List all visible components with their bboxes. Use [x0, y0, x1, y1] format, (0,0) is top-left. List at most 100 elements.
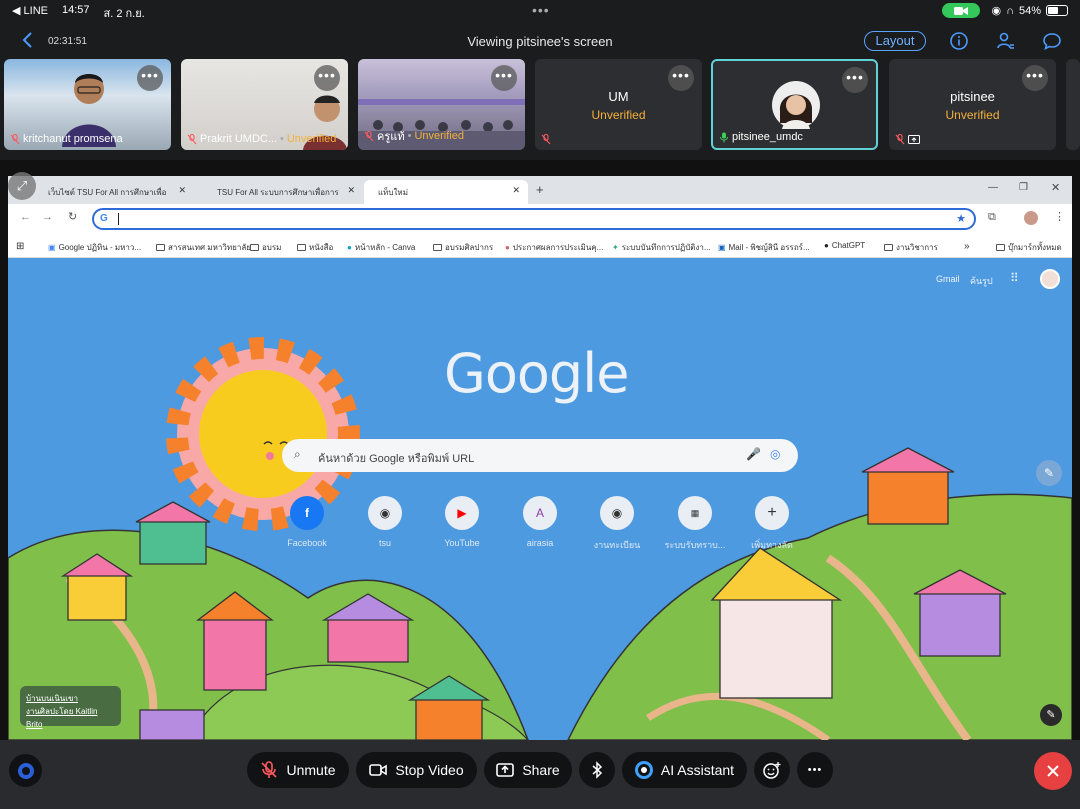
lens-search-icon[interactable]: ◎ [770, 447, 780, 461]
tile-more-button[interactable]: ••• [668, 65, 694, 91]
forward-arrow-icon[interactable]: → [42, 211, 53, 223]
browser-tab[interactable]: เว็บไซต์ TSU For All การศึกษาเพื่อ ✕ [34, 180, 194, 204]
mic-off-icon [261, 761, 278, 778]
shortcut-label: airasia [526, 538, 554, 548]
tile-more-button[interactable]: ••• [314, 65, 340, 91]
close-tab-icon[interactable]: ✕ [178, 185, 186, 196]
more-options-button[interactable]: ••• [797, 752, 833, 788]
ai-assistant-label: AI Assistant [660, 762, 735, 778]
tile-more-button[interactable]: ••• [1022, 65, 1048, 91]
browser-menu-icon[interactable]: ⋮ [1054, 210, 1065, 223]
browser-tab-active[interactable]: แท็บใหม่ ✕ [364, 180, 528, 204]
site-icon: ✦ [612, 243, 619, 252]
battery-icon [1046, 5, 1068, 16]
profile-avatar[interactable] [1024, 211, 1038, 225]
gmail-link[interactable]: Gmail [936, 274, 960, 284]
shortcut-system[interactable]: ▦ ระบบรับทราบ... [655, 496, 735, 552]
bookmark-item[interactable]: งานวิชาการ [884, 241, 938, 254]
bookmark-item[interactable]: ● ChatGPT [824, 241, 865, 250]
tab-title: เว็บไซต์ TSU For All การศึกษาเพื่อ [48, 188, 167, 197]
bookmark-star-icon[interactable]: ★ [956, 212, 966, 225]
bookmark-item[interactable]: บุ๊กมาร์กทั้งหมด [996, 241, 1062, 254]
participant-tile-partial[interactable] [1066, 59, 1080, 150]
sun-illustration [166, 337, 360, 531]
battery-percent: 54% [1018, 4, 1041, 17]
participant-tile[interactable]: ••• UM Unverified [535, 59, 702, 150]
tile-more-button[interactable]: ••• [842, 67, 868, 93]
participants-icon[interactable] [995, 31, 1015, 51]
bookmark-item[interactable]: ▣ Google ปฏิทิน - มหาว... [48, 241, 141, 254]
browser-tab[interactable]: TSU For All ระบบการศึกษาเพื่อการ ✕ [203, 180, 363, 204]
bluetooth-button[interactable] [579, 752, 615, 788]
layout-button[interactable]: Layout [864, 31, 926, 51]
shortcut-facebook[interactable]: f Facebook [267, 496, 347, 548]
tile-more-button[interactable]: ••• [137, 65, 163, 91]
google-search-box[interactable]: ⌕ ค้นหาด้วย Google หรือพิมพ์ URL 🎤 ◎ [282, 439, 798, 472]
participant-tile[interactable]: ••• ครูแท้ • Unverified [358, 59, 525, 150]
shortcut-registrar[interactable]: ◉ งานทะเบียน [577, 496, 657, 552]
images-link[interactable]: ค้นรูป [970, 274, 993, 288]
voice-search-icon[interactable]: 🎤 [746, 447, 761, 461]
shortcut-youtube[interactable]: ▶ YouTube [422, 496, 502, 548]
bookmarks-overflow-button[interactable]: » [964, 241, 970, 252]
plus-icon: + [755, 496, 789, 530]
info-icon[interactable] [949, 31, 969, 51]
close-window-icon[interactable]: ✕ [1051, 181, 1060, 194]
reload-icon[interactable]: ↻ [68, 210, 77, 223]
bookmark-item[interactable]: อบรมศิลปากร [433, 241, 493, 254]
browser-tab-bar: เว็บไซต์ TSU For All การศึกษาเพื่อ ✕ TSU … [8, 176, 1072, 204]
shortcut-label: งานทะเบียน [593, 540, 641, 550]
registrar-icon: ◉ [600, 496, 634, 530]
unmute-button[interactable]: Unmute [247, 752, 349, 788]
expand-share-icon[interactable]: ⤢ [8, 172, 36, 200]
bookmark-item[interactable]: ● ประกาศผลการประเมินคุ... [505, 241, 603, 254]
multitask-dots-icon[interactable]: ••• [532, 2, 550, 18]
tab-title: แท็บใหม่ [378, 188, 408, 197]
participant-tile[interactable]: ••• Prakrit UMDC... • Unverified [181, 59, 348, 150]
end-call-button[interactable] [1034, 752, 1072, 790]
tile-more-button[interactable]: ••• [491, 65, 517, 91]
apps-grid-icon[interactable]: ⊞ [16, 241, 24, 252]
shortcut-airasia[interactable]: A airasia [500, 496, 580, 548]
calendar-icon: ▣ [48, 243, 56, 252]
bookmark-item[interactable]: ▣ Mail - พิชญ์สินี อรรถร์... [718, 241, 810, 254]
self-view-icon[interactable] [9, 754, 42, 787]
bookmark-item[interactable]: อบรม [250, 241, 281, 254]
minimize-icon[interactable]: — [988, 182, 998, 193]
participant-tile[interactable]: ••• pitsinee Unverified [889, 59, 1056, 150]
edit-overlay-icon[interactable]: ✎ [1036, 460, 1062, 486]
customize-pencil-icon[interactable]: ✎ [1040, 704, 1062, 726]
maximize-icon[interactable]: ❐ [1019, 182, 1028, 193]
close-tab-icon[interactable]: ✕ [347, 185, 355, 196]
browser-toolbar: ← → ↻ G ★ ⧉ ⋮ [8, 204, 1072, 234]
ai-assistant-button[interactable]: AI Assistant [622, 752, 747, 788]
chat-icon[interactable] [1042, 31, 1062, 51]
share-button[interactable]: Share [484, 752, 572, 788]
share-screen-icon [496, 763, 515, 777]
bookmark-item[interactable]: ✦ ระบบบันทึกการปฏิบัติงา... [612, 241, 711, 254]
tsu-icon: ◉ [368, 496, 402, 530]
stop-video-label: Stop Video [395, 762, 464, 778]
address-bar-input[interactable]: G ★ [92, 208, 976, 230]
close-tab-icon[interactable]: ✕ [512, 185, 520, 196]
bookmark-item[interactable]: ● หน้าหลัก - Canva [347, 241, 415, 254]
reactions-button[interactable] [754, 752, 790, 788]
mic-off-icon [187, 133, 197, 144]
video-camera-icon [369, 764, 388, 776]
stop-video-button[interactable]: Stop Video [356, 752, 477, 788]
back-arrow-icon[interactable]: ← [20, 211, 31, 223]
bookmark-item[interactable]: หนังสือ [297, 241, 333, 254]
google-account-avatar[interactable] [1040, 269, 1060, 289]
facebook-icon: f [290, 496, 324, 530]
new-tab-button[interactable]: + [536, 182, 544, 197]
add-shortcut-button[interactable]: + เพิ่มทางลัด [732, 496, 812, 552]
extensions-icon[interactable]: ⧉ [988, 211, 996, 224]
background-credit[interactable]: บ้านบนเนินเขา งานศิลปะโดย Kaitlin Brito [20, 686, 121, 729]
canva-icon: ● [347, 243, 352, 252]
bookmark-item[interactable]: สารสนเทศ มหาวิทยาลัย [156, 241, 251, 254]
shortcut-tsu[interactable]: ◉ tsu [345, 496, 425, 548]
google-apps-icon[interactable]: ⠿ [1010, 271, 1019, 285]
participant-tile[interactable]: ••• kritchanut promsena [4, 59, 171, 150]
participant-tile-active-speaker[interactable]: ••• pitsinee_umdc [711, 59, 878, 150]
back-to-app-label[interactable]: ◀ LINE [12, 4, 48, 22]
